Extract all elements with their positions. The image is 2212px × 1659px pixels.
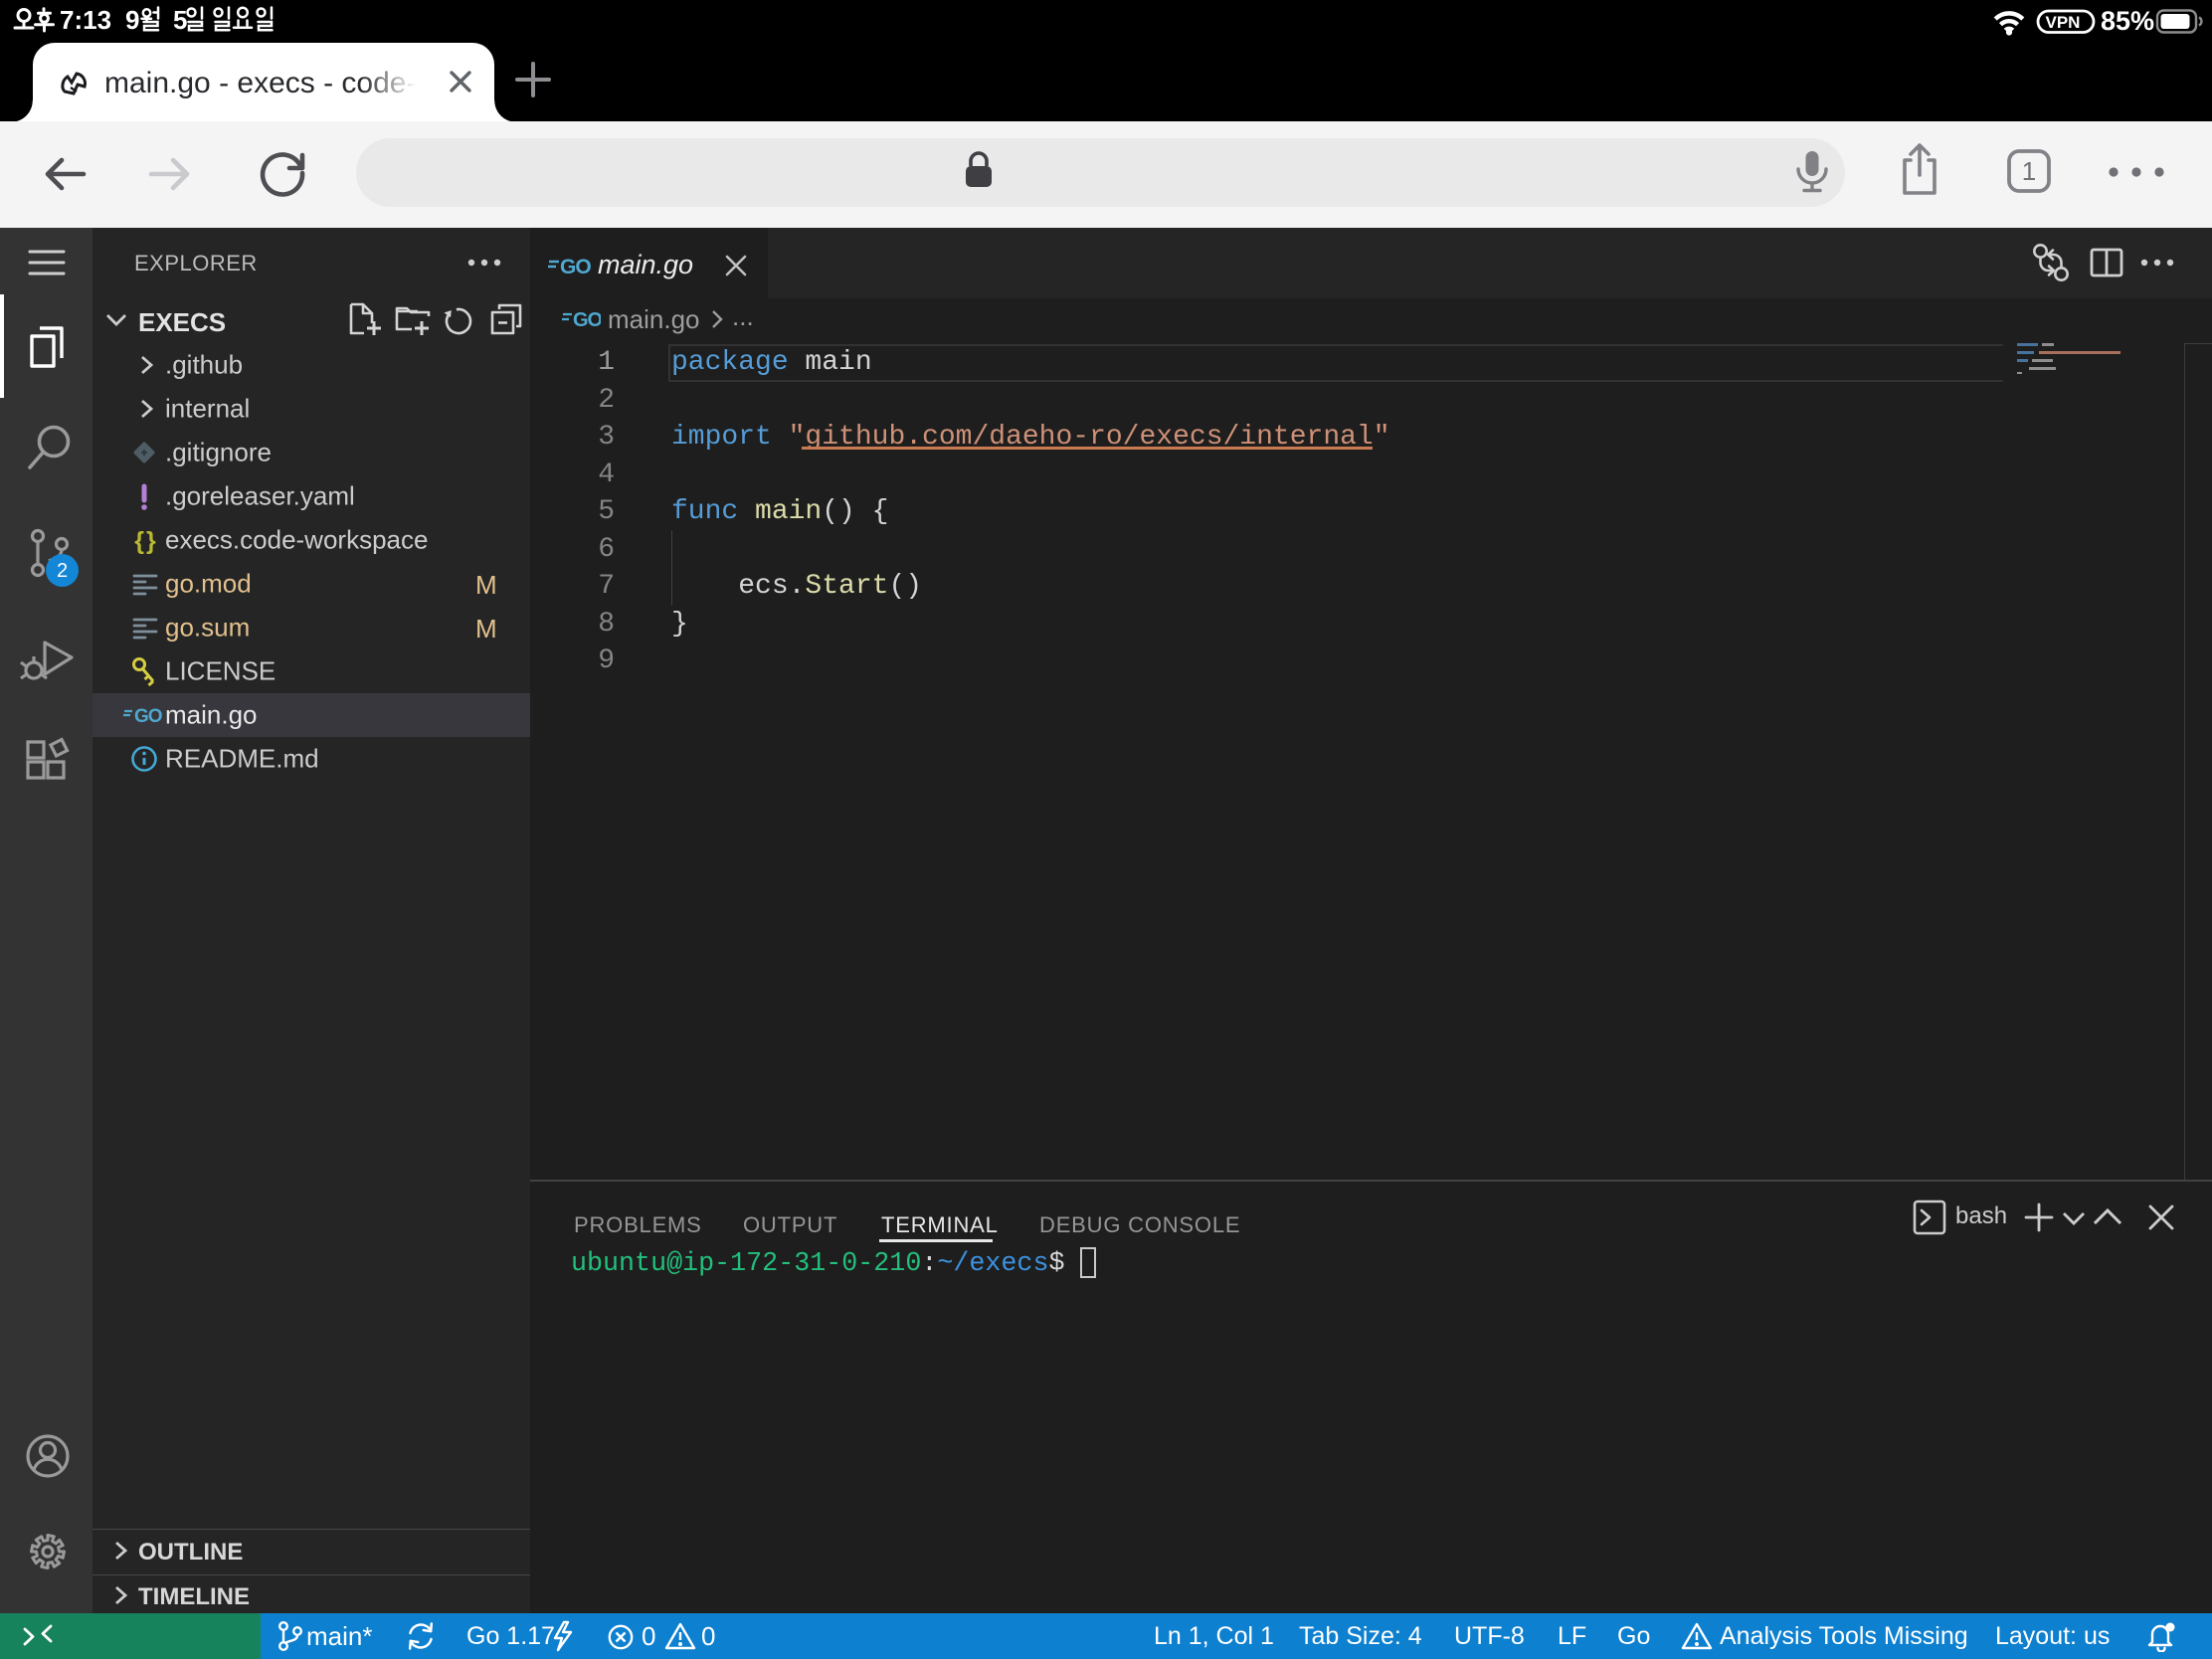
- svg-text:7:13: 7:13: [60, 5, 111, 35]
- svg-text:VPN: VPN: [2046, 13, 2081, 32]
- svg-text:5: 5: [173, 5, 187, 35]
- svg-text:85%: 85%: [2101, 6, 2154, 36]
- svg-text:1: 1: [2022, 156, 2036, 186]
- svg-text:9: 9: [125, 5, 139, 35]
- svg-text:GO: GO: [134, 706, 162, 727]
- svg-text:GO: GO: [560, 256, 591, 278]
- svg-text:GO: GO: [573, 309, 601, 331]
